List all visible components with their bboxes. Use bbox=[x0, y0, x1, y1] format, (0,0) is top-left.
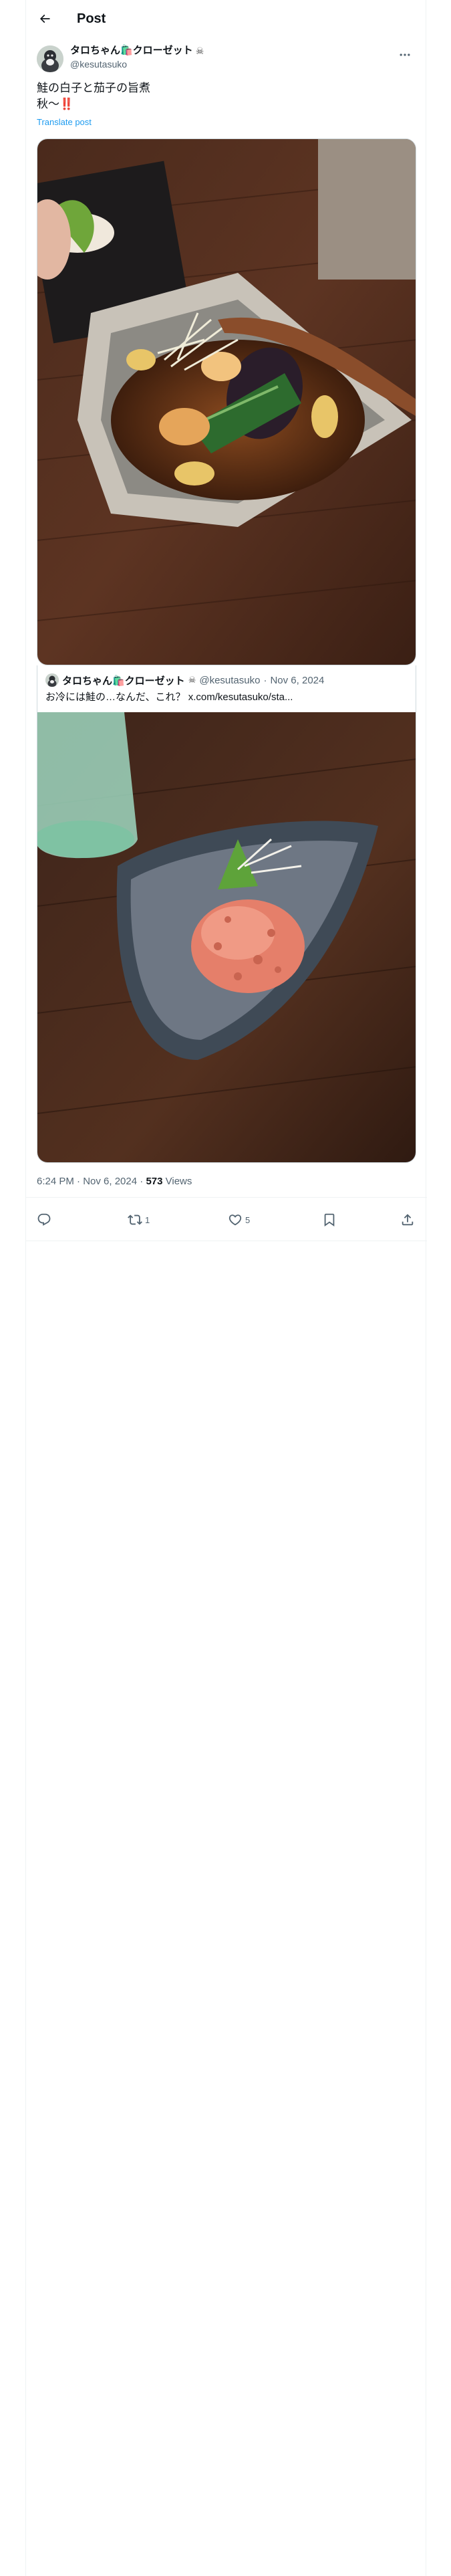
views-label: Views bbox=[165, 1176, 192, 1187]
post-meta: 6:24 PM · Nov 6, 2024 · 573 Views bbox=[37, 1175, 192, 1188]
quote-display-name: タロちゃん🛍️クローゼット bbox=[62, 675, 185, 687]
quote-handle: @kesutasuko bbox=[199, 674, 261, 686]
share-icon bbox=[402, 1214, 414, 1226]
repost-count: 1 bbox=[145, 1214, 150, 1225]
translate-post-link[interactable]: Translate post bbox=[37, 117, 92, 127]
author-handle[interactable]: @kesutasuko bbox=[70, 58, 204, 71]
arrow-left-icon bbox=[39, 14, 50, 23]
author-display-name[interactable]: タロちゃん🛍️クローゼット bbox=[70, 44, 193, 58]
ellipsis-icon bbox=[400, 53, 410, 56]
like-button[interactable]: 5 bbox=[228, 1211, 250, 1228]
reply-icon bbox=[37, 1213, 51, 1226]
skull-crossbones-icon: ☠ bbox=[188, 675, 196, 685]
quote-photo[interactable] bbox=[37, 712, 416, 1162]
post-text: 鮭の白子と茄子の旨煮 秋〜‼️ bbox=[37, 82, 150, 110]
avatar[interactable] bbox=[37, 45, 63, 72]
quote-avatar bbox=[45, 673, 59, 687]
views-count: 573 bbox=[146, 1176, 163, 1187]
share-button[interactable] bbox=[400, 1211, 415, 1228]
repost-icon bbox=[128, 1214, 142, 1225]
bookmark-button[interactable] bbox=[322, 1211, 337, 1228]
back-button[interactable] bbox=[31, 5, 58, 32]
page-title: Post bbox=[77, 11, 106, 26]
post-author: タロちゃん🛍️クローゼット ☠ @kesutasuko bbox=[37, 44, 416, 74]
like-count: 5 bbox=[245, 1214, 251, 1225]
bookmark-icon bbox=[324, 1213, 335, 1227]
heart-icon bbox=[229, 1214, 242, 1226]
more-options-button[interactable] bbox=[394, 45, 416, 64]
meta-separator: · bbox=[140, 1176, 144, 1187]
skull-crossbones-icon: ☠ bbox=[195, 45, 204, 56]
repost-button[interactable]: 1 bbox=[128, 1211, 150, 1228]
page-header: Post bbox=[26, 0, 426, 37]
action-bar: 1 5 bbox=[26, 1197, 427, 1241]
post-timestamp[interactable]: 6:24 PM · Nov 6, 2024 bbox=[37, 1176, 137, 1187]
reply-button[interactable] bbox=[37, 1211, 54, 1228]
main-column: Post タロちゃん🛍️クローゼット ☠ @kesutasuko 鮭の白子と茄子… bbox=[25, 0, 427, 2576]
quoted-post[interactable]: タロちゃん🛍️クローゼット ☠ @kesutasuko · Nov 6, 202… bbox=[37, 665, 416, 1163]
quote-text: お冷には鮭の…なんだ、これ？ x.com/kesutasuko/sta... bbox=[45, 691, 293, 703]
quote-date: Nov 6, 2024 bbox=[270, 674, 325, 686]
post-photo[interactable] bbox=[37, 138, 416, 665]
quote-separator: · bbox=[263, 674, 267, 686]
